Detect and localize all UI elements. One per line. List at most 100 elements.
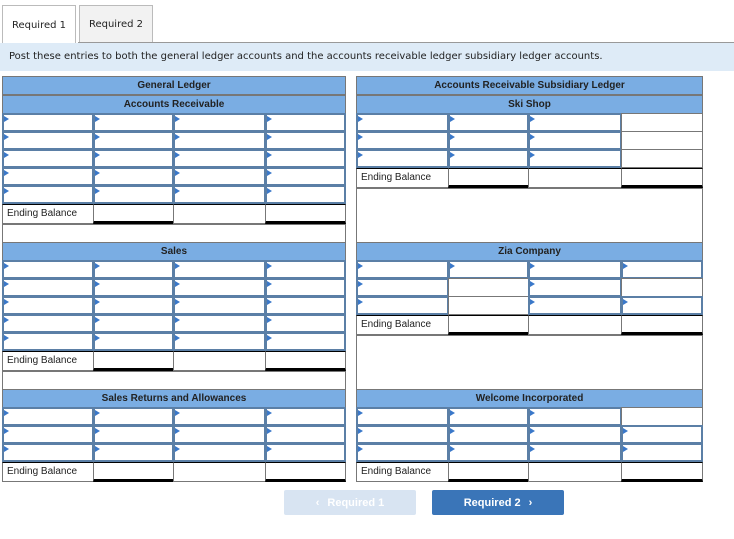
sl-welcome-incorporated-ending-balance-c3[interactable] [528, 462, 622, 482]
gl-sales-returns-and-allowances-input-r3-c4[interactable] [265, 443, 346, 462]
gl-accounts-receivable-input-r1-c4[interactable] [265, 113, 346, 132]
gl-sales-returns-and-allowances-input-r1-c3[interactable] [173, 407, 266, 426]
sl-welcome-incorporated-input-r1-c2[interactable] [448, 407, 529, 426]
sl-zia-company-ending-balance-c3[interactable] [528, 315, 622, 335]
gl-sales-input-r1-c2[interactable] [93, 260, 174, 279]
prev-required-1-button[interactable]: ‹ Required 1 [284, 490, 416, 515]
gl-sales-returns-and-allowances-input-r2-c4[interactable] [265, 425, 346, 444]
sl-ski-shop-ending-balance-c3[interactable] [528, 168, 622, 188]
sl-welcome-incorporated-input-r3-c3[interactable] [528, 443, 622, 462]
gl-sales-input-r4-c2[interactable] [93, 314, 174, 333]
gl-sales-returns-and-allowances-input-r1-c2[interactable] [93, 407, 174, 426]
sl-welcome-incorporated-ending-balance-c4[interactable] [621, 462, 703, 482]
gl-sales-returns-and-allowances-input-r2-c1[interactable] [2, 425, 94, 444]
gl-sales-input-r5-c3[interactable] [173, 332, 266, 351]
sl-welcome-incorporated-input-r3-c1[interactable] [356, 443, 449, 462]
sl-zia-company-input-r3-c3[interactable] [528, 296, 622, 315]
sl-ski-shop-input-r1-c3[interactable] [528, 113, 622, 132]
tab-required-2[interactable]: Required 2 [79, 5, 153, 43]
gl-sales-input-r5-c1[interactable] [2, 332, 94, 351]
sl-zia-company-input-r1-c2[interactable] [448, 260, 529, 279]
sl-welcome-incorporated-input-r2-c2[interactable] [448, 425, 529, 444]
gl-sales-returns-and-allowances-ending-balance-c4[interactable] [265, 462, 346, 482]
gl-sales-input-r3-c1[interactable] [2, 296, 94, 315]
next-required-2-button[interactable]: Required 2 › [432, 490, 564, 515]
gl-sales-input-r5-c4[interactable] [265, 332, 346, 351]
gl-accounts-receivable-ending-balance-c2[interactable] [93, 204, 174, 224]
sl-zia-company-input-r3-c4[interactable] [621, 296, 703, 315]
gl-accounts-receivable-input-r4-c1[interactable] [2, 167, 94, 186]
sl-welcome-incorporated-input-r3-c4[interactable] [621, 443, 703, 462]
sl-ski-shop-ending-balance-c2[interactable] [448, 168, 529, 188]
sl-ski-shop-input-r2-c1[interactable] [356, 131, 449, 150]
gl-accounts-receivable-input-r5-c4[interactable] [265, 185, 346, 204]
gl-sales-input-r4-c1[interactable] [2, 314, 94, 333]
gl-sales-returns-and-allowances-input-r2-c2[interactable] [93, 425, 174, 444]
gl-accounts-receivable-input-r1-c2[interactable] [93, 113, 174, 132]
gl-accounts-receivable-ending-balance-c4[interactable] [265, 204, 346, 224]
gl-accounts-receivable-input-r4-c2[interactable] [93, 167, 174, 186]
gl-accounts-receivable-input-r3-c2[interactable] [93, 149, 174, 168]
gl-sales-returns-and-allowances-input-r2-c3[interactable] [173, 425, 266, 444]
sl-welcome-incorporated-input-r3-c2[interactable] [448, 443, 529, 462]
gl-sales-input-r2-c2[interactable] [93, 278, 174, 297]
gl-sales-returns-and-allowances-input-r1-c1[interactable] [2, 407, 94, 426]
gl-accounts-receivable-input-r2-c3[interactable] [173, 131, 266, 150]
gl-accounts-receivable-input-r5-c3[interactable] [173, 185, 266, 204]
gl-sales-input-r2-c3[interactable] [173, 278, 266, 297]
gl-sales-ending-balance-c2[interactable] [93, 351, 174, 371]
sl-welcome-incorporated-input-r2-c4[interactable] [621, 425, 703, 444]
gl-sales-ending-balance-c3[interactable] [173, 351, 266, 371]
gl-sales-input-r3-c3[interactable] [173, 296, 266, 315]
gl-sales-input-r1-c3[interactable] [173, 260, 266, 279]
sl-ski-shop-input-r3-c3[interactable] [528, 149, 622, 168]
gl-sales-ending-balance-c4[interactable] [265, 351, 346, 371]
gl-sales-input-r3-c4[interactable] [265, 296, 346, 315]
sl-zia-company-input-r1-c1[interactable] [356, 260, 449, 279]
gl-accounts-receivable-input-r2-c2[interactable] [93, 131, 174, 150]
gl-accounts-receivable-input-r2-c1[interactable] [2, 131, 94, 150]
sl-zia-company-input-r2-c1[interactable] [356, 278, 449, 297]
sl-welcome-incorporated-input-r2-c1[interactable] [356, 425, 449, 444]
gl-accounts-receivable-ending-balance-c3[interactable] [173, 204, 266, 224]
gl-sales-input-r2-c4[interactable] [265, 278, 346, 297]
gl-accounts-receivable-input-r3-c3[interactable] [173, 149, 266, 168]
gl-accounts-receivable-input-r5-c1[interactable] [2, 185, 94, 204]
gl-sales-returns-and-allowances-input-r3-c2[interactable] [93, 443, 174, 462]
gl-sales-input-r4-c4[interactable] [265, 314, 346, 333]
gl-accounts-receivable-input-r5-c2[interactable] [93, 185, 174, 204]
gl-sales-returns-and-allowances-ending-balance-c3[interactable] [173, 462, 266, 482]
gl-accounts-receivable-input-r1-c3[interactable] [173, 113, 266, 132]
gl-accounts-receivable-input-r3-c4[interactable] [265, 149, 346, 168]
gl-accounts-receivable-input-r1-c1[interactable] [2, 113, 94, 132]
sl-ski-shop-ending-balance-c4[interactable] [621, 168, 703, 188]
sl-ski-shop-input-r1-c2[interactable] [448, 113, 529, 132]
gl-sales-input-r1-c1[interactable] [2, 260, 94, 279]
sl-ski-shop-input-r3-c1[interactable] [356, 149, 449, 168]
sl-zia-company-input-r1-c3[interactable] [528, 260, 622, 279]
sl-zia-company-input-r2-c3[interactable] [528, 278, 622, 297]
gl-sales-input-r5-c2[interactable] [93, 332, 174, 351]
sl-welcome-incorporated-input-r1-c1[interactable] [356, 407, 449, 426]
sl-zia-company-input-r1-c4[interactable] [621, 260, 703, 279]
sl-ski-shop-input-r3-c2[interactable] [448, 149, 529, 168]
sl-welcome-incorporated-ending-balance-c2[interactable] [448, 462, 529, 482]
gl-sales-input-r1-c4[interactable] [265, 260, 346, 279]
gl-sales-returns-and-allowances-input-r1-c4[interactable] [265, 407, 346, 426]
gl-sales-returns-and-allowances-input-r3-c1[interactable] [2, 443, 94, 462]
sl-ski-shop-input-r1-c1[interactable] [356, 113, 449, 132]
tab-required-1[interactable]: Required 1 [2, 5, 76, 44]
sl-welcome-incorporated-input-r1-c3[interactable] [528, 407, 622, 426]
sl-zia-company-ending-balance-c2[interactable] [448, 315, 529, 335]
gl-accounts-receivable-input-r4-c3[interactable] [173, 167, 266, 186]
gl-sales-returns-and-allowances-input-r3-c3[interactable] [173, 443, 266, 462]
sl-welcome-incorporated-input-r2-c3[interactable] [528, 425, 622, 444]
sl-ski-shop-input-r2-c2[interactable] [448, 131, 529, 150]
gl-accounts-receivable-input-r2-c4[interactable] [265, 131, 346, 150]
sl-zia-company-ending-balance-c4[interactable] [621, 315, 703, 335]
sl-zia-company-input-r3-c1[interactable] [356, 296, 449, 315]
gl-sales-input-r4-c3[interactable] [173, 314, 266, 333]
sl-ski-shop-input-r2-c3[interactable] [528, 131, 622, 150]
gl-accounts-receivable-input-r4-c4[interactable] [265, 167, 346, 186]
gl-sales-input-r2-c1[interactable] [2, 278, 94, 297]
